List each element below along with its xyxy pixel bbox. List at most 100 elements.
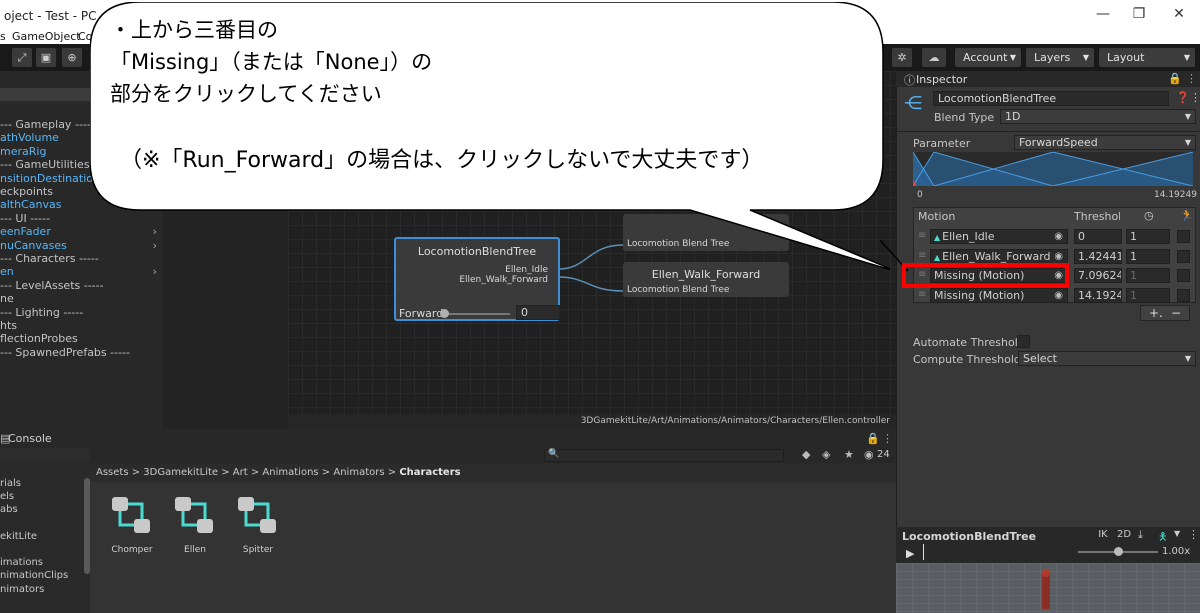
speed-slider-handle[interactable]: [1114, 547, 1123, 556]
mirror-checkbox[interactable]: [1177, 230, 1190, 243]
motion-object-field[interactable]: Missing (Motion) ◉: [930, 287, 1068, 303]
account-dropdown[interactable]: Account ▼: [955, 48, 1021, 67]
motion-object-field[interactable]: ▲ Ellen_Idle ◉: [930, 229, 1068, 244]
highlight-missing-motion: [902, 263, 1069, 288]
param-value-field[interactable]: 0: [516, 305, 560, 320]
search-icon: 🔍: [548, 449, 560, 459]
menu-dots-icon[interactable]: ⋮: [1186, 72, 1197, 85]
blend-graph[interactable]: [909, 151, 1194, 187]
lock-icon[interactable]: 🔒: [1168, 72, 1182, 85]
menu-item-assets[interactable]: s: [0, 30, 6, 43]
project-folder-item[interactable]: ekitLite: [0, 531, 37, 542]
drag-handle-icon[interactable]: ≡: [918, 250, 926, 261]
tab-console[interactable]: Console: [8, 432, 52, 445]
breadcrumb-item[interactable]: Characters: [399, 467, 460, 478]
motion-object-field[interactable]: ▲ Ellen_Walk_Forward ◉: [930, 248, 1068, 264]
object-picker-icon[interactable]: ◉: [1054, 250, 1063, 263]
clock-icon[interactable]: ◷: [1144, 209, 1154, 222]
speed-value: 1.00x: [1162, 546, 1191, 557]
project-folder-item[interactable]: nimationClips: [0, 570, 68, 581]
drag-handle-icon[interactable]: ≡: [918, 289, 926, 300]
threshold-field[interactable]: 7.09624: [1074, 268, 1122, 283]
help-icon[interactable]: ❓: [1176, 91, 1190, 104]
breadcrumb-item[interactable]: Animators: [333, 467, 384, 478]
compute-thresholds-dropdown[interactable]: Select ▼: [1018, 351, 1196, 366]
object-picker-icon[interactable]: ◉: [1054, 230, 1063, 243]
hierarchy-item[interactable]: --- Lighting -----: [0, 306, 163, 319]
project-folder-item[interactable]: nimators: [0, 584, 44, 595]
time-scale-field[interactable]: 1: [1126, 287, 1170, 303]
lock-icon[interactable]: 🔒: [866, 432, 880, 445]
blendtree-param-label: Forward: [399, 307, 444, 320]
threshold-field[interactable]: 1.42441: [1074, 248, 1122, 264]
hierarchy-item[interactable]: hts: [0, 319, 163, 332]
pivot-icon[interactable]: ⤓: [1138, 528, 1143, 542]
chevron-down-icon[interactable]: ▼: [1174, 529, 1180, 538]
tab-inspector[interactable]: Inspector: [916, 73, 967, 86]
project-folder-item[interactable]: els: [0, 491, 14, 502]
param-slider-track[interactable]: [444, 313, 510, 315]
ik-toggle[interactable]: IK: [1096, 529, 1110, 540]
filter-label-icon[interactable]: ◈: [822, 448, 830, 461]
remove-motion-button[interactable]: −: [1171, 306, 1181, 320]
blend-graph-plot: [909, 151, 1194, 187]
project-folder-item[interactable]: rials: [0, 478, 21, 489]
cloud-icon[interactable]: ☁: [922, 48, 946, 67]
breadcrumb-item[interactable]: 3DGamekitLite: [143, 467, 218, 478]
chevron-down-icon: ▼: [1184, 138, 1191, 147]
blend-type-dropdown[interactable]: 1D ▼: [1000, 109, 1196, 124]
mirror-checkbox[interactable]: [1177, 269, 1190, 282]
menu-dots-icon[interactable]: ⋮: [1190, 91, 1200, 104]
breadcrumb-item[interactable]: Art: [233, 467, 248, 478]
layout-dropdown[interactable]: Layout ▼: [1099, 48, 1195, 67]
play-icon[interactable]: ▶: [906, 547, 914, 560]
threshold-field[interactable]: 14.1924: [1074, 287, 1122, 303]
mirror-icon[interactable]: 🏃: [1180, 209, 1194, 222]
time-scale-field[interactable]: 1: [1126, 268, 1170, 283]
transform-tool-icon[interactable]: ▣: [36, 48, 56, 67]
layers-dropdown[interactable]: Layers ▼: [1026, 48, 1094, 67]
hierarchy-item[interactable]: flectionProbes: [0, 332, 163, 345]
hidden-packages-icon[interactable]: ◉: [864, 448, 874, 461]
parameter-dropdown[interactable]: ForwardSpeed ▼: [1014, 135, 1196, 150]
time-scale-field[interactable]: 1: [1126, 248, 1170, 264]
time-scale-field[interactable]: 1: [1126, 229, 1170, 244]
mirror-checkbox[interactable]: [1177, 249, 1190, 263]
automate-thresholds-checkbox[interactable]: [1017, 335, 1030, 348]
collab-icon[interactable]: ✲: [892, 48, 912, 67]
motion-name: Missing (Motion): [934, 288, 1025, 302]
preview-viewport[interactable]: [896, 563, 1200, 613]
threshold-field[interactable]: 0: [1074, 229, 1122, 244]
divider: [896, 131, 1200, 132]
2d-toggle[interactable]: 2D: [1116, 529, 1132, 540]
drag-handle-icon[interactable]: ≡: [918, 230, 926, 241]
param-slider-handle[interactable]: [440, 309, 449, 318]
mirror-checkbox[interactable]: [1177, 288, 1190, 302]
hierarchy-item-label: hts: [0, 319, 18, 332]
menu-item-gameobject[interactable]: GameObject: [12, 30, 81, 43]
layout-label: Layout: [1107, 51, 1145, 64]
breadcrumb-item[interactable]: Assets: [96, 467, 129, 478]
project-folder-item[interactable]: imations: [0, 557, 43, 568]
maximize-button[interactable]: ❐: [1124, 6, 1154, 26]
favorite-star-icon[interactable]: ★: [844, 448, 854, 461]
filter-type-icon[interactable]: ◆: [802, 448, 810, 461]
callout-line-2: 「Missing」（または「None」）の: [110, 50, 433, 74]
hierarchy-item[interactable]: --- SpawnedPrefabs -----: [0, 346, 163, 359]
add-motion-button[interactable]: +.: [1149, 306, 1163, 320]
custom-tool-icon[interactable]: ⊕: [62, 48, 82, 67]
project-folder-item[interactable]: abs: [0, 504, 18, 515]
timeline-cursor[interactable]: [923, 544, 924, 560]
close-window-button[interactable]: ✕: [1164, 6, 1194, 26]
rect-tool-icon[interactable]: ⤢: [12, 48, 32, 67]
object-picker-icon[interactable]: ◉: [1054, 289, 1063, 302]
minimize-button[interactable]: —: [1088, 6, 1118, 26]
menu-dots-icon[interactable]: ⋮: [1188, 528, 1199, 541]
object-name-field[interactable]: LocomotionBlendTree: [933, 91, 1169, 106]
menu-dots-icon[interactable]: ⋮: [882, 432, 893, 445]
breadcrumb-separator: >: [384, 467, 400, 478]
breadcrumb-item[interactable]: Animations: [262, 467, 318, 478]
hierarchy-item[interactable]: ne: [0, 292, 163, 305]
avatar-icon[interactable]: 🯅: [1158, 528, 1168, 547]
project-search-input[interactable]: 🔍: [544, 449, 784, 462]
